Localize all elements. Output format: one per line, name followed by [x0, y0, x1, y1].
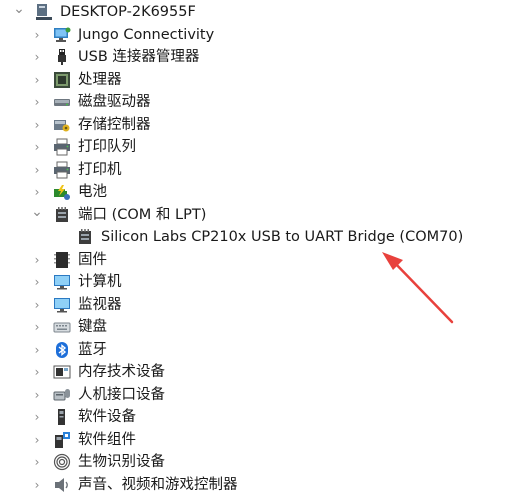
red-arrow-annotation — [382, 252, 454, 324]
